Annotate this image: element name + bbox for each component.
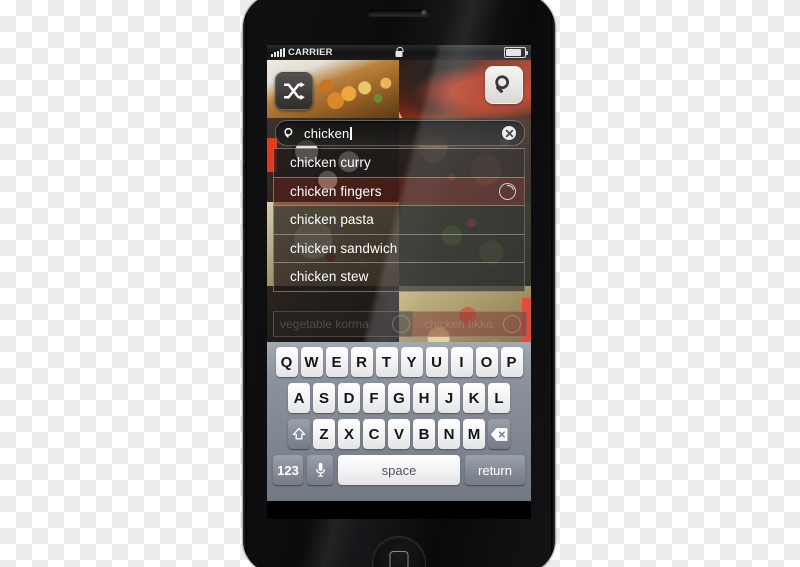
- key-s[interactable]: S: [313, 383, 335, 413]
- silent-switch-button[interactable]: [243, 137, 245, 159]
- loading-spinner-icon: [499, 182, 516, 200]
- shuffle-icon: [284, 82, 305, 100]
- shuffle-button[interactable]: [275, 72, 313, 110]
- key-u[interactable]: U: [425, 347, 448, 377]
- key-m[interactable]: M: [463, 419, 485, 449]
- faded-circle-icon: [503, 315, 521, 333]
- suggestion-label: chicken pasta: [290, 212, 374, 228]
- suggestion-label: chicken sandwich: [290, 240, 398, 256]
- on-screen-keyboard: Q W E R T Y U I O P A S D F G H J K L Z …: [267, 342, 531, 519]
- screenshot-canvas: CARRIER chicken chicken curry chicken fi…: [0, 0, 800, 567]
- keyboard-bottom-gap: [267, 501, 531, 519]
- suggestion-label: chicken fingers: [290, 183, 382, 199]
- search-icon: [283, 127, 296, 140]
- key-g[interactable]: G: [388, 383, 410, 413]
- clear-search-button[interactable]: [502, 126, 516, 140]
- phone-device: CARRIER chicken chicken curry chicken fi…: [243, 0, 555, 567]
- key-h[interactable]: H: [413, 383, 435, 413]
- key-w[interactable]: W: [300, 347, 323, 377]
- phone-right-edge: [551, 0, 555, 567]
- key-c[interactable]: C: [363, 419, 385, 449]
- key-n[interactable]: N: [438, 419, 460, 449]
- lock-icon: [395, 46, 404, 57]
- key-d[interactable]: D: [338, 383, 360, 413]
- suggestion-item[interactable]: chicken pasta: [273, 205, 525, 234]
- key-i[interactable]: I: [450, 347, 473, 377]
- space-key[interactable]: space: [338, 455, 460, 485]
- search-input[interactable]: chicken: [275, 120, 525, 146]
- key-q[interactable]: Q: [275, 347, 298, 377]
- search-input-value: chicken: [304, 125, 350, 141]
- phone-left-edge: [243, 0, 247, 567]
- key-y[interactable]: Y: [400, 347, 423, 377]
- suggestion-label: chicken stew: [290, 269, 369, 285]
- backspace-key[interactable]: [488, 419, 510, 449]
- volume-down-button[interactable]: [243, 199, 245, 227]
- keyboard-row-3: Z X C V B N M: [267, 419, 531, 449]
- backspace-icon: [490, 427, 507, 441]
- microphone-key[interactable]: [307, 455, 333, 485]
- keyboard-row-2: A S D F G H J K L: [267, 383, 531, 413]
- magnifier-icon: [495, 75, 510, 93]
- phone-screen: CARRIER chicken chicken curry chicken fi…: [267, 45, 531, 519]
- carrier-label: CARRIER: [288, 47, 333, 58]
- key-f[interactable]: F: [363, 383, 385, 413]
- numeric-key[interactable]: 123: [273, 455, 303, 485]
- key-j[interactable]: J: [438, 383, 460, 413]
- text-caret: [350, 126, 352, 140]
- status-bar: CARRIER: [267, 45, 531, 60]
- faded-suggestion-row[interactable]: vegetable korma chicken tikka: [273, 311, 527, 337]
- key-t[interactable]: T: [375, 347, 398, 377]
- signal-strength-icon: [271, 47, 285, 57]
- suggestion-item[interactable]: chicken sandwich: [273, 233, 525, 262]
- key-a[interactable]: A: [288, 383, 310, 413]
- key-x[interactable]: X: [338, 419, 360, 449]
- microphone-icon: [315, 462, 325, 477]
- search-toggle-button[interactable]: [485, 66, 523, 104]
- faded-label-right: chicken tikka: [424, 317, 493, 331]
- battery-icon: [504, 47, 528, 58]
- key-r[interactable]: R: [350, 347, 373, 377]
- home-square-icon: [389, 551, 409, 567]
- return-key[interactable]: return: [465, 455, 525, 485]
- keyboard-row-4: 123 space return: [267, 455, 531, 485]
- shift-arrow-icon: [292, 427, 306, 440]
- home-button[interactable]: [372, 536, 426, 567]
- key-l[interactable]: L: [488, 383, 510, 413]
- volume-up-button[interactable]: [243, 166, 245, 194]
- suggestion-label: chicken curry: [290, 155, 371, 171]
- suggestion-item[interactable]: chicken curry: [273, 148, 525, 177]
- front-camera-icon: [421, 10, 428, 17]
- key-p[interactable]: P: [500, 347, 523, 377]
- key-b[interactable]: B: [413, 419, 435, 449]
- shift-key[interactable]: [288, 419, 310, 449]
- search-suggestion-list: chicken curry chicken fingers chicken pa…: [273, 148, 525, 292]
- faded-circle-icon: [392, 315, 410, 333]
- key-k[interactable]: K: [463, 383, 485, 413]
- key-e[interactable]: E: [325, 347, 348, 377]
- suggestion-item[interactable]: chicken fingers: [273, 176, 525, 205]
- faded-label-left: vegetable korma: [280, 317, 369, 331]
- keyboard-row-1: Q W E R T Y U I O P: [267, 347, 531, 377]
- suggestion-item[interactable]: chicken stew: [273, 262, 525, 292]
- close-icon: [505, 129, 513, 137]
- key-z[interactable]: Z: [313, 419, 335, 449]
- key-v[interactable]: V: [388, 419, 410, 449]
- key-o[interactable]: O: [475, 347, 498, 377]
- app-content-area: chicken chicken curry chicken fingers ch…: [267, 60, 531, 519]
